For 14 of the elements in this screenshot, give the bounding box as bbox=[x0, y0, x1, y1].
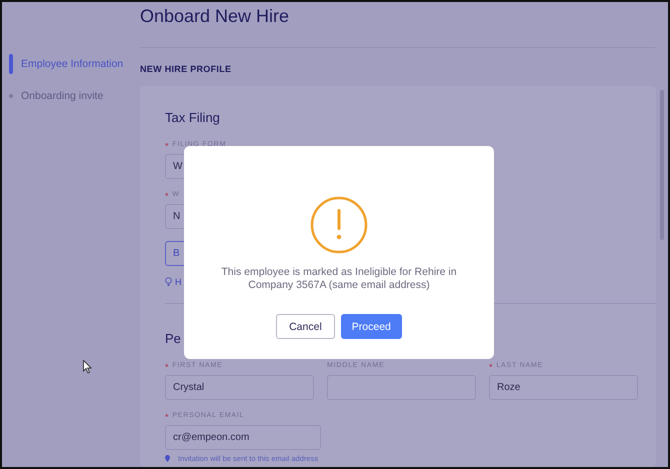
input-field[interactable]: cr@empeon.com bbox=[165, 425, 321, 450]
dialog-message: This employee is marked as Ineligible for Rehire in Company 3567A (same email address) bbox=[221, 266, 457, 292]
pin-icon bbox=[165, 455, 170, 462]
input-field[interactable]: Crystal bbox=[165, 375, 314, 400]
page-title: Onboard New Hire bbox=[140, 5, 290, 28]
input-field[interactable]: Roze bbox=[489, 375, 638, 400]
warning-icon bbox=[310, 196, 368, 254]
bulb-icon bbox=[165, 277, 172, 287]
proceed-button[interactable]: Proceed bbox=[340, 314, 402, 339]
cursor-icon bbox=[83, 360, 92, 374]
section-title: NEW HIRE PROFILE bbox=[140, 63, 232, 76]
cancel-button[interactable]: Cancel bbox=[276, 314, 335, 339]
section-heading: Tax Filing bbox=[165, 110, 221, 125]
section-heading: Pe bbox=[165, 331, 182, 346]
